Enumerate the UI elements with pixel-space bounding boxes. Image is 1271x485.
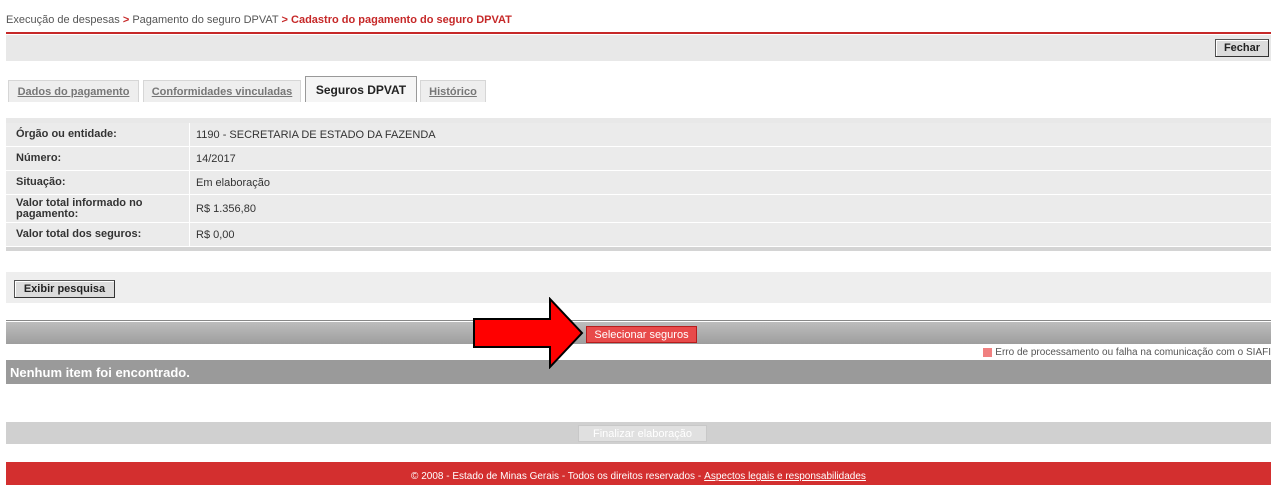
info-divider: [6, 247, 1271, 251]
error-legend-swatch: [983, 348, 993, 357]
legend: Erro de processamento ou falha na comuni…: [983, 347, 1271, 358]
select-insurances-button[interactable]: Selecionar seguros: [586, 326, 697, 343]
payment-summary: Órgão ou entidade: 1190 - SECRETARIA DE …: [6, 118, 1271, 251]
info-label: Número:: [6, 147, 190, 170]
breadcrumb-separator: >: [122, 14, 130, 26]
info-value: 14/2017: [196, 152, 236, 165]
breadcrumb-item-execucao[interactable]: Execução de despesas: [6, 14, 120, 26]
footer: © 2008 - Estado de Minas Gerais - Todos …: [6, 462, 1271, 485]
tab-historico[interactable]: Histórico: [420, 80, 486, 102]
empty-message: Nenhum item foi encontrado.: [10, 364, 190, 380]
show-search-button[interactable]: Exibir pesquisa: [14, 280, 115, 298]
footer-copyright: © 2008 - Estado de Minas Gerais - Todos …: [411, 471, 702, 482]
info-value: R$ 0,00: [196, 228, 235, 241]
finish-bar: Finalizar elaboração: [6, 422, 1271, 444]
info-label: Valor total informado no pagamento:: [6, 195, 190, 222]
info-value: R$ 1.356,80: [196, 202, 256, 215]
info-value: 1190 - SECRETARIA DE ESTADO DA FAZENDA: [196, 128, 436, 141]
breadcrumb-current: Cadastro do pagamento do seguro DPVAT: [291, 14, 512, 26]
search-bar: Exibir pesquisa: [6, 272, 1271, 303]
tab-conformidades-vinculadas[interactable]: Conformidades vinculadas: [143, 80, 301, 102]
breadcrumb: Execução de despesas > Pagamento do segu…: [6, 14, 512, 26]
top-toolbar: Fechar: [6, 35, 1271, 61]
info-label: Situação:: [6, 171, 190, 194]
info-row-orgao: Órgão ou entidade: 1190 - SECRETARIA DE …: [6, 123, 1271, 147]
info-row-valor-seguros: Valor total dos seguros: R$ 0,00: [6, 223, 1271, 247]
breadcrumb-item-pagamento[interactable]: Pagamento do seguro DPVAT: [132, 14, 278, 26]
selection-bar: Selecionar seguros: [6, 322, 1271, 344]
info-label: Órgão ou entidade:: [6, 123, 190, 146]
results-empty-bar: Nenhum item foi encontrado.: [6, 360, 1271, 384]
finish-elaboration-button: Finalizar elaboração: [578, 425, 707, 442]
red-arrow-icon: [473, 297, 584, 369]
divider: [6, 320, 1271, 321]
breadcrumb-separator: >: [281, 14, 288, 26]
info-row-valor-informado: Valor total informado no pagamento: R$ 1…: [6, 195, 1271, 223]
tab-dados-do-pagamento[interactable]: Dados do pagamento: [8, 80, 139, 102]
breadcrumb-divider: [6, 32, 1271, 34]
error-legend-text: Erro de processamento ou falha na comuni…: [995, 347, 1271, 358]
legal-link[interactable]: Aspectos legais e responsabilidades: [704, 471, 866, 482]
info-value: Em elaboração: [196, 176, 270, 189]
info-row-numero: Número: 14/2017: [6, 147, 1271, 171]
info-row-situacao: Situação: Em elaboração: [6, 171, 1271, 195]
info-label: Valor total dos seguros:: [6, 223, 190, 246]
close-button[interactable]: Fechar: [1215, 39, 1269, 57]
tab-seguros-dpvat[interactable]: Seguros DPVAT: [305, 76, 417, 102]
